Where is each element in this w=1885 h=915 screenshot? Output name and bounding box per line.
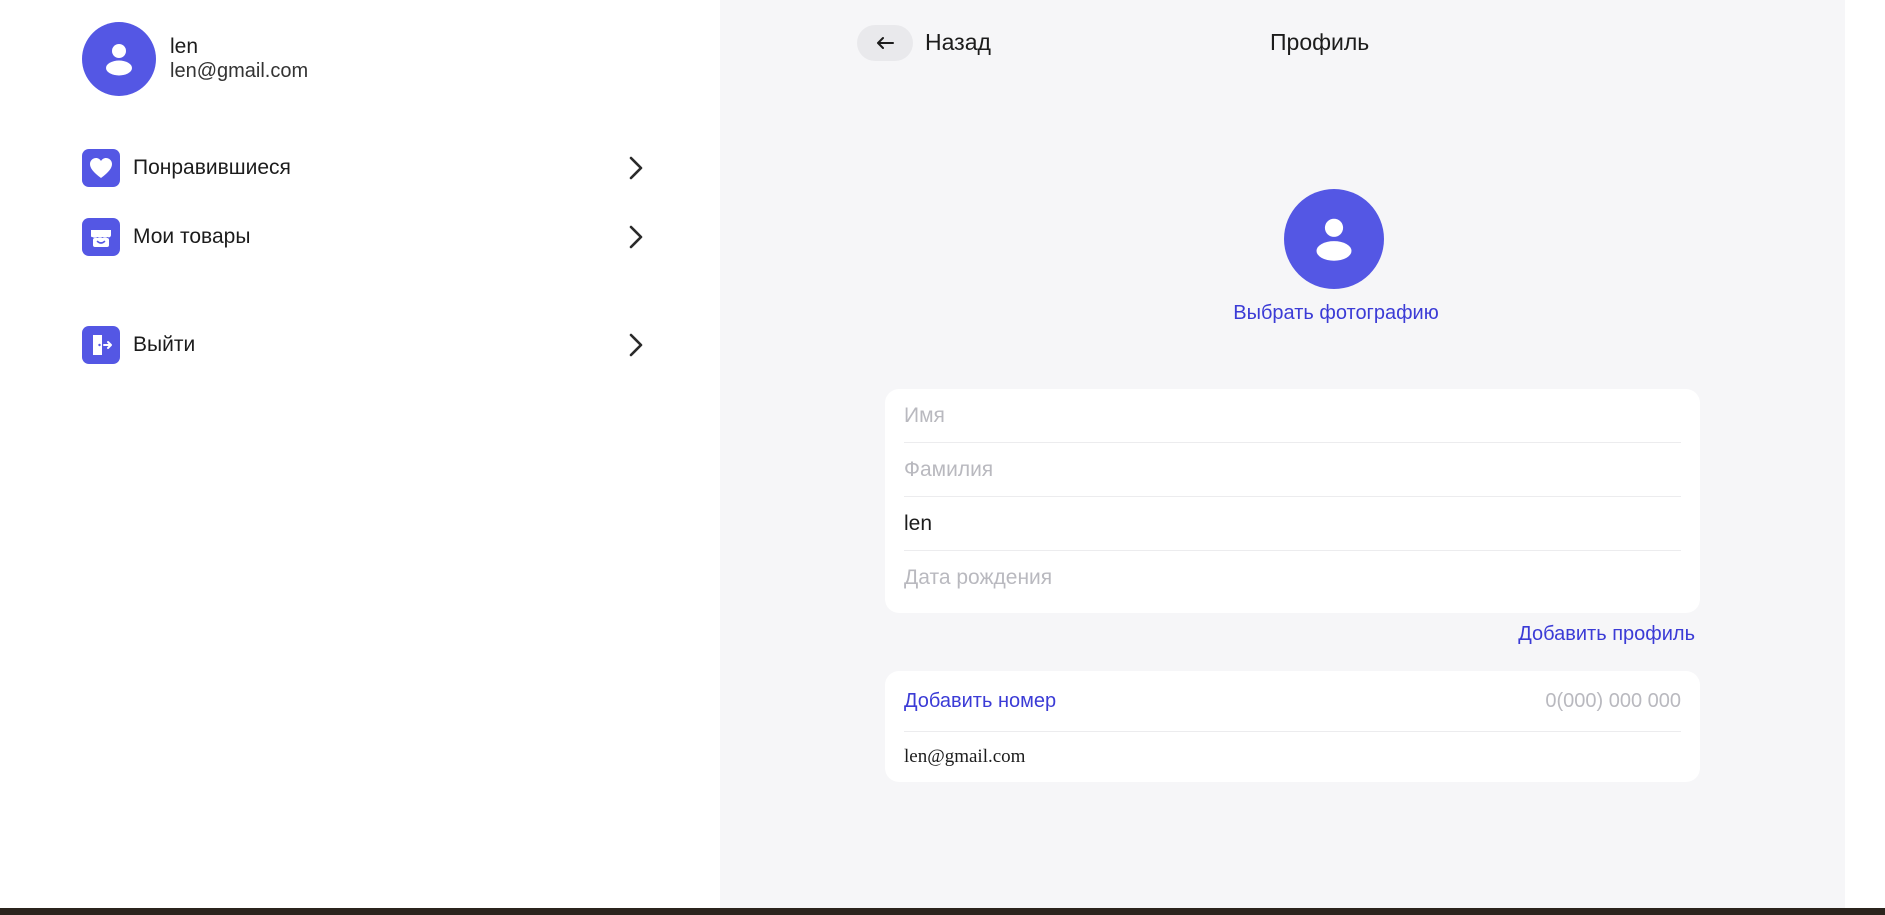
add-number-link[interactable]: Добавить номер: [904, 690, 1056, 713]
page-title: Профиль: [1270, 29, 1370, 55]
last-name-input[interactable]: [904, 457, 1681, 482]
back-label[interactable]: Назад: [925, 29, 991, 56]
phone-row[interactable]: Добавить номер 0(000) 000 000: [904, 671, 1681, 732]
sidebar-item-label: Понравившиеся: [133, 156, 291, 179]
avatar: [82, 22, 156, 96]
user-card: len len@gmail.com: [82, 22, 308, 96]
store-icon: [82, 218, 120, 256]
add-profile-link[interactable]: Добавить профиль: [1495, 623, 1695, 646]
contact-email: len@gmail.com: [904, 746, 1026, 767]
username-field[interactable]: [904, 497, 1681, 551]
sidebar-item-favorites[interactable]: Понравившиеся: [82, 148, 647, 188]
user-icon: [106, 44, 132, 76]
birth-date-input[interactable]: [904, 566, 1681, 590]
birth-date-field[interactable]: [904, 551, 1681, 605]
email-row: len@gmail.com: [904, 732, 1681, 782]
sidebar-item-label: Выйти: [133, 333, 196, 356]
user-name: len: [170, 35, 199, 59]
first-name-input[interactable]: [904, 403, 1681, 428]
user-info: len len@gmail.com: [170, 35, 308, 82]
chevron-right-icon: [625, 153, 647, 183]
profile-avatar[interactable]: [1284, 189, 1384, 289]
sidebar-item-label: Мои товары: [133, 225, 251, 248]
contacts-card: Добавить номер 0(000) 000 000 len@gmail.…: [885, 671, 1700, 782]
profile-fields-card: [885, 389, 1700, 613]
chevron-right-icon: [625, 222, 647, 252]
profile-panel: Назад Профиль Выбрать фотографию Добавит…: [720, 0, 1845, 908]
sidebar-item-logout[interactable]: Выйти: [82, 325, 647, 365]
right-margin: [1845, 0, 1885, 908]
taskbar-edge: [0, 908, 1885, 915]
logout-icon: [82, 326, 120, 364]
username-input[interactable]: [904, 511, 1681, 536]
phone-placeholder: 0(000) 000 000: [1545, 689, 1681, 712]
arrow-left-icon: [877, 37, 894, 49]
last-name-field[interactable]: [904, 443, 1681, 497]
user-email: len@gmail.com: [170, 59, 309, 82]
sidebar-item-my-products[interactable]: Мои товары: [82, 217, 647, 257]
user-icon: [1316, 218, 1352, 261]
choose-photo-link[interactable]: Выбрать фотографию: [1220, 302, 1452, 325]
first-name-field[interactable]: [904, 389, 1681, 443]
back-button[interactable]: [857, 25, 913, 61]
chevron-right-icon: [625, 330, 647, 360]
sidebar: len len@gmail.com Понравившиеся Мои това…: [0, 0, 720, 908]
heart-icon: [82, 149, 120, 187]
